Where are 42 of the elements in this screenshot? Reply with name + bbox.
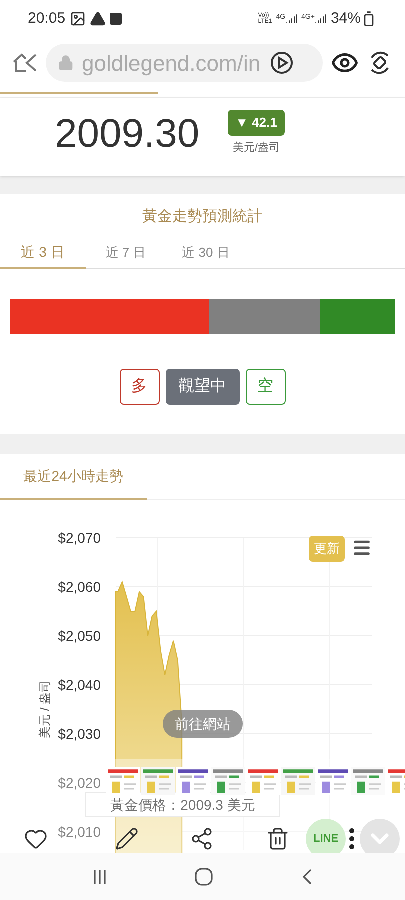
url-text: goldlegend.com/in [82, 50, 261, 78]
battery-text: 34% [330, 8, 361, 29]
trash-icon [266, 827, 290, 851]
vote-button[interactable]: 多 [120, 368, 160, 404]
recent-apps-icon[interactable] [92, 868, 108, 884]
warning-icon [90, 11, 106, 27]
y-axis-label: $2,020 [58, 775, 101, 791]
back-icon[interactable] [301, 868, 314, 884]
line-button[interactable]: LINE [306, 819, 346, 853]
y-axis-label: $2,030 [58, 726, 101, 742]
clock-text: 20:05 [28, 8, 66, 29]
period-tab[interactable]: 近 30 日 [166, 238, 246, 268]
heart-icon [24, 827, 48, 851]
price-change: ▼ 42.1 [228, 110, 286, 136]
section-title: 黃金走勢預測統計 [142, 207, 264, 227]
menu-icon[interactable] [352, 538, 372, 558]
y-axis-label: $2,010 [58, 824, 101, 840]
y-axis-title: 美元 / 盎司 [38, 680, 52, 738]
image-icon [70, 11, 86, 27]
y-axis-label: $2,070 [58, 530, 101, 546]
home-back-icon[interactable] [12, 52, 38, 74]
price-value: 2009.30 [55, 114, 200, 154]
y-axis-label: $2,060 [58, 579, 101, 595]
period-tab[interactable]: 近 7 日 [86, 238, 166, 268]
more-icon[interactable] [349, 828, 355, 850]
unit-text: 美元/盎司 [232, 140, 280, 156]
period-tab[interactable]: 近 3 日 [0, 238, 86, 268]
vote-button[interactable]: 觀望中 [166, 368, 240, 404]
lock-icon [58, 55, 74, 71]
app-icon [110, 13, 122, 25]
pencil-icon [115, 827, 139, 851]
address-bar[interactable]: goldlegend.com/in [46, 44, 323, 82]
home-icon[interactable] [195, 868, 214, 886]
vote-button[interactable]: 空 [246, 368, 286, 404]
y-axis-label: $2,050 [58, 628, 101, 644]
play-icon[interactable] [268, 50, 295, 76]
trend-tab[interactable]: 最近24小時走勢 [0, 454, 147, 500]
visit-site-button[interactable]: 前往網站 [163, 710, 243, 738]
y-axis-label: $2,040 [58, 677, 101, 693]
share-icon [190, 827, 214, 851]
update-button[interactable]: 更新 [309, 536, 345, 562]
chart-tooltip: 黃金價格：2009.3 美元 [86, 792, 280, 818]
